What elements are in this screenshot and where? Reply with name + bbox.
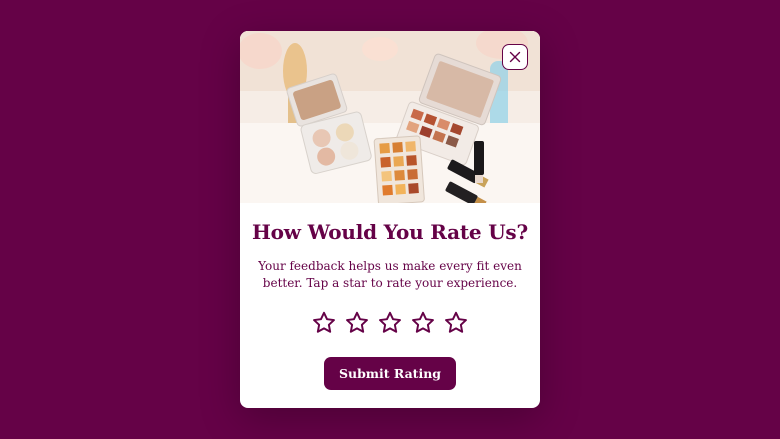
star-icon[interactable] bbox=[443, 310, 469, 336]
makeup-palettes-photo bbox=[240, 31, 540, 203]
star-icon[interactable] bbox=[410, 310, 436, 336]
star-rating bbox=[240, 310, 540, 336]
star-icon[interactable] bbox=[311, 310, 337, 336]
rating-modal: How Would You Rate Us? Your feedback hel… bbox=[240, 31, 540, 408]
modal-content: How Would You Rate Us? Your feedback hel… bbox=[240, 203, 540, 390]
submit-rating-button[interactable]: Submit Rating bbox=[323, 357, 457, 390]
modal-description: Your feedback helps us make every fit ev… bbox=[258, 259, 522, 290]
star-icon[interactable] bbox=[377, 310, 403, 336]
modal-title: How Would You Rate Us? bbox=[251, 220, 529, 244]
hero-image bbox=[240, 31, 540, 203]
close-icon bbox=[509, 51, 521, 63]
star-icon[interactable] bbox=[344, 310, 370, 336]
close-button[interactable] bbox=[502, 44, 528, 70]
